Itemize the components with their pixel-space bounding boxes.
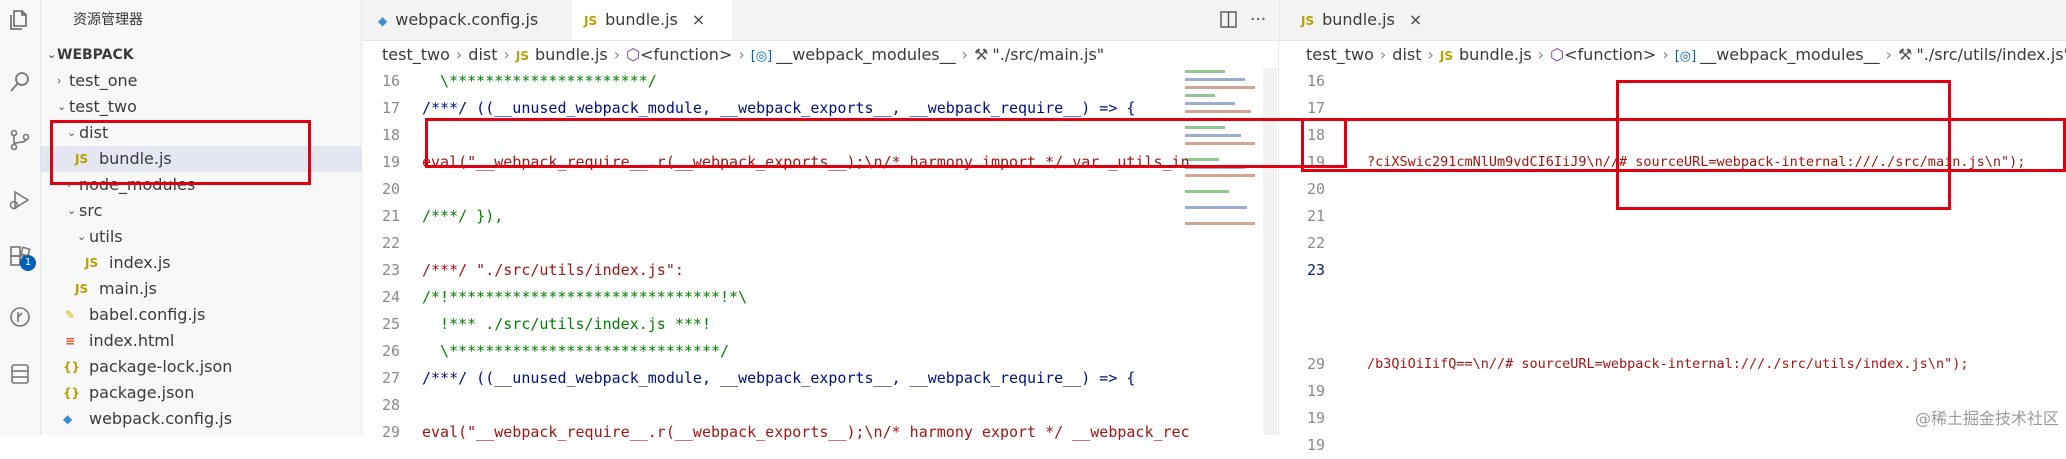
wrench-icon: ⚒ — [974, 45, 989, 64]
run-debug-icon[interactable] — [8, 188, 32, 212]
breadcrumb-item[interactable]: test_two — [382, 45, 450, 64]
breadcrumb-item[interactable]: "./src/utils/index.js" — [1916, 45, 2066, 64]
chevron-right-icon: › — [613, 45, 621, 64]
search-icon[interactable] — [8, 70, 32, 94]
chevron-right-icon: › — [1885, 45, 1893, 64]
source-control-icon[interactable] — [8, 128, 32, 152]
workspace-root[interactable]: ⌄ WEBPACK — [41, 42, 361, 68]
js-file-icon: JS — [75, 282, 89, 296]
highlight-box-eval-line — [425, 118, 1347, 168]
more-actions-icon[interactable]: ··· — [1250, 10, 1266, 30]
database-icon[interactable] — [8, 362, 32, 386]
tree-file-package-json[interactable]: {} package.json — [41, 380, 361, 406]
js-file-icon: JS — [584, 14, 598, 28]
tree-folder-src[interactable]: ⌄ src — [41, 198, 361, 224]
chevron-right-icon: › — [961, 45, 969, 64]
tab-bundle-js[interactable]: JS bundle.js × — [572, 0, 732, 40]
breadcrumb-item[interactable]: dist — [1392, 45, 1421, 64]
tree-file-babel-config[interactable]: ✎ babel.config.js — [41, 302, 361, 328]
breadcrumb-item[interactable]: __webpack_modules__ — [776, 45, 955, 64]
highlight-box-dist — [50, 120, 311, 185]
chevron-down-icon: ⌄ — [67, 204, 77, 217]
tree-folder-test-two[interactable]: ⌄ test_two — [41, 94, 361, 120]
close-icon[interactable]: × — [1409, 10, 1422, 29]
tree-file-main-js[interactable]: JS main.js — [41, 276, 361, 302]
variable-icon: [◎] — [750, 49, 773, 64]
chevron-right-icon: › — [57, 74, 62, 87]
split-editor-icon[interactable] — [1220, 11, 1237, 28]
tree-file-package-lock[interactable]: {} package-lock.json — [41, 354, 361, 380]
extensions-badge: 1 — [20, 255, 36, 271]
highlight-box-source-path — [1616, 80, 1951, 210]
tree-file-webpack-config[interactable]: ◆ webpack.config.js — [41, 406, 361, 432]
json-file-icon: {} — [63, 360, 81, 374]
breadcrumb-item[interactable]: test_two — [1306, 45, 1374, 64]
variable-icon: [◎] — [1674, 49, 1697, 64]
editor-group-left: ◆ webpack.config.js JS bundle.js × ··· test… — [362, 0, 1277, 441]
cube-icon: ⬡ — [1550, 45, 1565, 64]
chevron-down-icon: ⌄ — [47, 48, 57, 61]
html-file-icon: ≡ — [65, 334, 76, 348]
tree-folder-test-one[interactable]: › test_one — [41, 68, 361, 94]
js-file-icon: JS — [1439, 49, 1454, 63]
json-file-icon: {} — [63, 386, 81, 400]
chevron-right-icon: › — [1537, 45, 1545, 64]
breadcrumb-item[interactable]: bundle.js — [535, 45, 608, 64]
editor-group-right: JS bundle.js × test_two › dist › JS bundle.js › ⬡… — [1278, 0, 2066, 454]
explorer-sidebar: 资源管理器 ··· ⌄ WEBPACK › test_one ⌄ test_tw… — [41, 0, 386, 435]
watermark: @稀土掘金技术社区 — [1915, 409, 2060, 428]
chevron-right-icon: › — [1662, 45, 1669, 64]
breadcrumb-item[interactable]: dist — [468, 45, 497, 64]
activity-bar: 1 — [0, 0, 41, 435]
chevron-down-icon: ⌄ — [57, 100, 67, 113]
tab-webpack-config[interactable]: ◆ webpack.config.js — [362, 0, 562, 40]
files-icon[interactable] — [8, 8, 32, 32]
tree-folder-utils[interactable]: ⌄ utils — [41, 224, 361, 250]
wrench-icon: ⚒ — [1898, 45, 1913, 64]
tree-file-index-js[interactable]: JS index.js — [41, 250, 361, 276]
breadcrumb-right: test_two › dist › JS bundle.js › ⬡<function> › [◎… — [1306, 42, 2066, 68]
webpack-file-icon: ◆ — [378, 14, 388, 28]
tree-file-index-html[interactable]: ≡ index.html — [41, 328, 361, 354]
breadcrumb-item[interactable]: __webpack_modules__ — [1700, 45, 1879, 64]
breadcrumb-item[interactable]: <function> — [640, 45, 732, 64]
chevron-right-icon: › — [1379, 45, 1387, 64]
cube-icon: ⬡ — [626, 45, 641, 64]
chevron-right-icon: › — [1427, 45, 1434, 64]
breadcrumb-item[interactable]: bundle.js — [1459, 45, 1532, 64]
breadcrumb-left: test_two › dist › JS bundle.js › ⬡<function> › [◎… — [382, 42, 1104, 68]
babel-file-icon: ✎ — [65, 308, 76, 322]
js-file-icon: JS — [1301, 14, 1315, 28]
chevron-right-icon: › — [503, 45, 510, 64]
explorer-title: 资源管理器 — [73, 12, 143, 28]
chevron-right-icon: › — [455, 45, 463, 64]
breadcrumb-item[interactable]: <function> — [1564, 45, 1656, 64]
chevron-down-icon: ⌄ — [77, 230, 87, 243]
breadcrumb-item[interactable]: "./src/main.js" — [992, 45, 1104, 64]
webpack-file-icon: ◆ — [63, 412, 73, 426]
js-file-icon: JS — [515, 49, 530, 63]
tab-bundle-js-right[interactable]: JS bundle.js × — [1279, 0, 1429, 40]
js-file-icon: JS — [85, 256, 99, 270]
tab-bar-right: JS bundle.js × — [1279, 0, 2066, 41]
git-graph-icon[interactable] — [8, 305, 32, 329]
chevron-right-icon: › — [738, 45, 745, 64]
close-icon[interactable]: × — [692, 10, 705, 29]
tab-bar-left: ◆ webpack.config.js JS bundle.js × ··· — [362, 0, 1277, 41]
